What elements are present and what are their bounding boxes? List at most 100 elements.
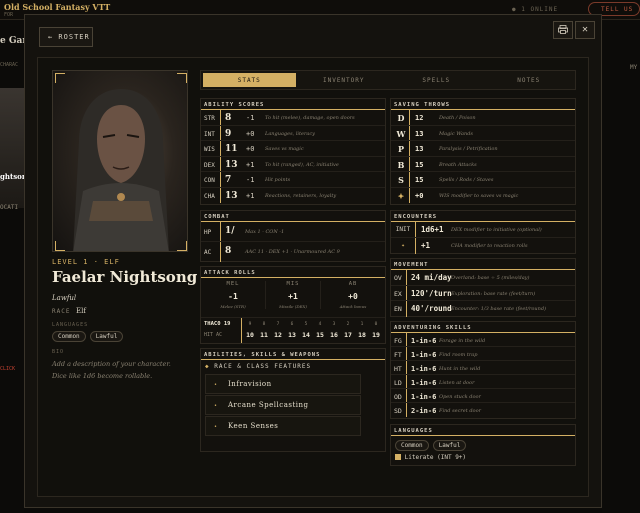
hit-number: 14: [302, 331, 310, 339]
language-chip[interactable]: Common: [52, 331, 86, 342]
ability-row[interactable]: DEX 13 +1 To hit (ranged), AC, initiative: [201, 156, 385, 172]
thaco-table: THAC0 19 HIT AC 9 8 7 6 5 4 3 2 1 0 10 1…: [201, 317, 385, 343]
hit-number: 10: [246, 331, 254, 339]
missile-attack-cell[interactable]: MIS +1 Missile (DEX): [265, 281, 321, 309]
ability-score[interactable]: 9: [225, 129, 231, 139]
character-portrait[interactable]: [52, 70, 188, 252]
ability-row[interactable]: INT 9 +0 Languages, literacy: [201, 125, 385, 141]
atk-label: MEL: [226, 281, 240, 287]
hit-number: 11: [260, 331, 268, 339]
bullet-icon: •: [214, 424, 218, 430]
tab-inventory[interactable]: INVENTORY: [298, 71, 391, 89]
ability-score[interactable]: 11: [225, 144, 238, 154]
character-alignment[interactable]: Lawful: [52, 294, 76, 302]
hp-row[interactable]: HP 1/Max 1 · CON -1: [201, 222, 385, 242]
save-desc: Breath Attacks: [439, 161, 477, 168]
save-row: D 12 Death / Poison: [391, 110, 575, 126]
tab-spells[interactable]: SPELLS: [390, 71, 483, 89]
divider: [409, 172, 410, 187]
divider: [406, 389, 407, 402]
save-row: P 13 Paralysis / Petrification: [391, 141, 575, 157]
ability-code: WIS: [204, 146, 215, 153]
ability-score[interactable]: 7: [225, 175, 231, 185]
language-chip[interactable]: Lawful: [432, 440, 467, 451]
ac-row[interactable]: AC 8 AAC 11 · DEX +1 · Unarmoured AC 9: [201, 242, 385, 262]
character-name[interactable]: Faelar Nightsong: [52, 268, 197, 286]
ac-value[interactable]: 8: [225, 246, 231, 256]
ability-code: INT: [204, 130, 215, 138]
hooded-elf-portrait-image: [55, 73, 187, 251]
save-code: B: [397, 159, 405, 170]
save-value: +0: [415, 191, 424, 200]
feature-item[interactable]: • Infravision: [205, 374, 361, 394]
divider: [415, 238, 416, 254]
hit-number: 12: [274, 331, 282, 339]
print-button[interactable]: [553, 21, 573, 39]
save-desc: Spells / Rods / Staves: [439, 177, 494, 183]
movement-code: OV: [394, 274, 402, 282]
roster-button[interactable]: ← ROSTER: [39, 27, 93, 47]
save-code: ✦: [397, 190, 405, 201]
movement-desc: Overland: base ÷ 5 (miles/day): [451, 275, 530, 281]
hp-code: HP: [204, 229, 212, 236]
literate-checkbox[interactable]: Literate (INT 9+): [395, 454, 466, 461]
ability-mod: -1: [246, 176, 255, 184]
melee-attack-cell[interactable]: MEL -1 Melee (STR): [205, 281, 261, 309]
bio-textarea[interactable]: Add a description of your character. Dic…: [52, 358, 182, 382]
hp-desc: Max 1 · CON -1: [245, 229, 285, 235]
feature-item[interactable]: • Keen Senses: [205, 416, 361, 436]
hit-number: 13: [288, 331, 296, 339]
skill-row: OD 1-in-6 Open stuck door: [391, 389, 575, 403]
ability-mod: +0: [246, 129, 255, 138]
encounter-desc: CHA modifier to reaction rolls: [451, 243, 528, 249]
attack-bonus-cell[interactable]: AB +0 Attack bonus: [325, 281, 381, 309]
save-desc: WIS modifier to saves vs magic: [439, 192, 519, 199]
save-value: 15: [415, 176, 424, 184]
divider: [406, 403, 407, 417]
encounter-row: ✦ +1 CHA modifier to reaction rolls: [391, 238, 575, 254]
close-button[interactable]: ✕: [575, 21, 595, 39]
encounter-desc: DEX modifier to initiative (optional): [451, 227, 542, 233]
atk-label: AB: [348, 281, 358, 287]
ability-mod: +0: [246, 145, 255, 153]
movement-desc: Exploration: base rate (feet/turn): [451, 290, 536, 297]
movement-row: EX 120'/turn Exploration: base rate (feet/…: [391, 285, 575, 301]
ac-number: 9: [248, 322, 252, 327]
language-chip[interactable]: Common: [395, 440, 429, 451]
movement-code: EN: [394, 305, 402, 313]
skill-row: FT 1-in-6 Find room trap: [391, 347, 575, 361]
race-value[interactable]: Elf: [76, 307, 86, 315]
skill-value: 1-in-6: [411, 365, 437, 373]
ac-code: AC: [204, 249, 212, 256]
hit-number: 17: [344, 331, 352, 339]
movement-value: 40'/round: [411, 304, 452, 313]
save-code: D: [397, 113, 405, 123]
adventuring-skills-title: ADVENTURING SKILLS: [391, 322, 575, 333]
checkbox-icon: [395, 454, 401, 460]
ability-row[interactable]: WIS 11 +0 Saves vs magic: [201, 141, 385, 157]
tab-stats[interactable]: STATS: [203, 73, 296, 87]
divider: [409, 187, 410, 203]
ability-score[interactable]: 13: [225, 191, 238, 201]
level-class-label: LEVEL 1 · ELF: [52, 258, 120, 266]
ability-row[interactable]: STR 8 -1 To hit (melee), damage, open doors: [201, 110, 385, 126]
atk-value: +0: [348, 292, 358, 301]
ability-score[interactable]: 8: [225, 113, 231, 123]
divider: [406, 301, 407, 317]
ac-number: 6: [290, 322, 294, 327]
language-chips: Common Lawful: [52, 331, 124, 342]
ability-score[interactable]: 13: [225, 160, 238, 170]
ability-row[interactable]: CHA 13 +1 Reactions, retainers, loyalty: [201, 187, 385, 203]
ac-desc: AAC 11 · DEX +1 · Unarmoured AC 9: [245, 249, 340, 255]
encounters-title: ENCOUNTERS: [391, 211, 575, 222]
feature-item[interactable]: • Arcane Spellcasting: [205, 395, 361, 415]
sheet-tabs: STATS INVENTORY SPELLS NOTES: [200, 70, 576, 90]
ability-row[interactable]: CON 7 -1 Hit points: [201, 172, 385, 188]
tab-notes[interactable]: NOTES: [483, 71, 576, 89]
skill-desc: Listen at door: [439, 380, 475, 386]
ac-number: 1: [360, 322, 364, 327]
divider: [406, 347, 407, 360]
divider: [220, 110, 221, 125]
hp-value[interactable]: 1/: [225, 226, 235, 236]
language-chip[interactable]: Lawful: [89, 331, 124, 342]
